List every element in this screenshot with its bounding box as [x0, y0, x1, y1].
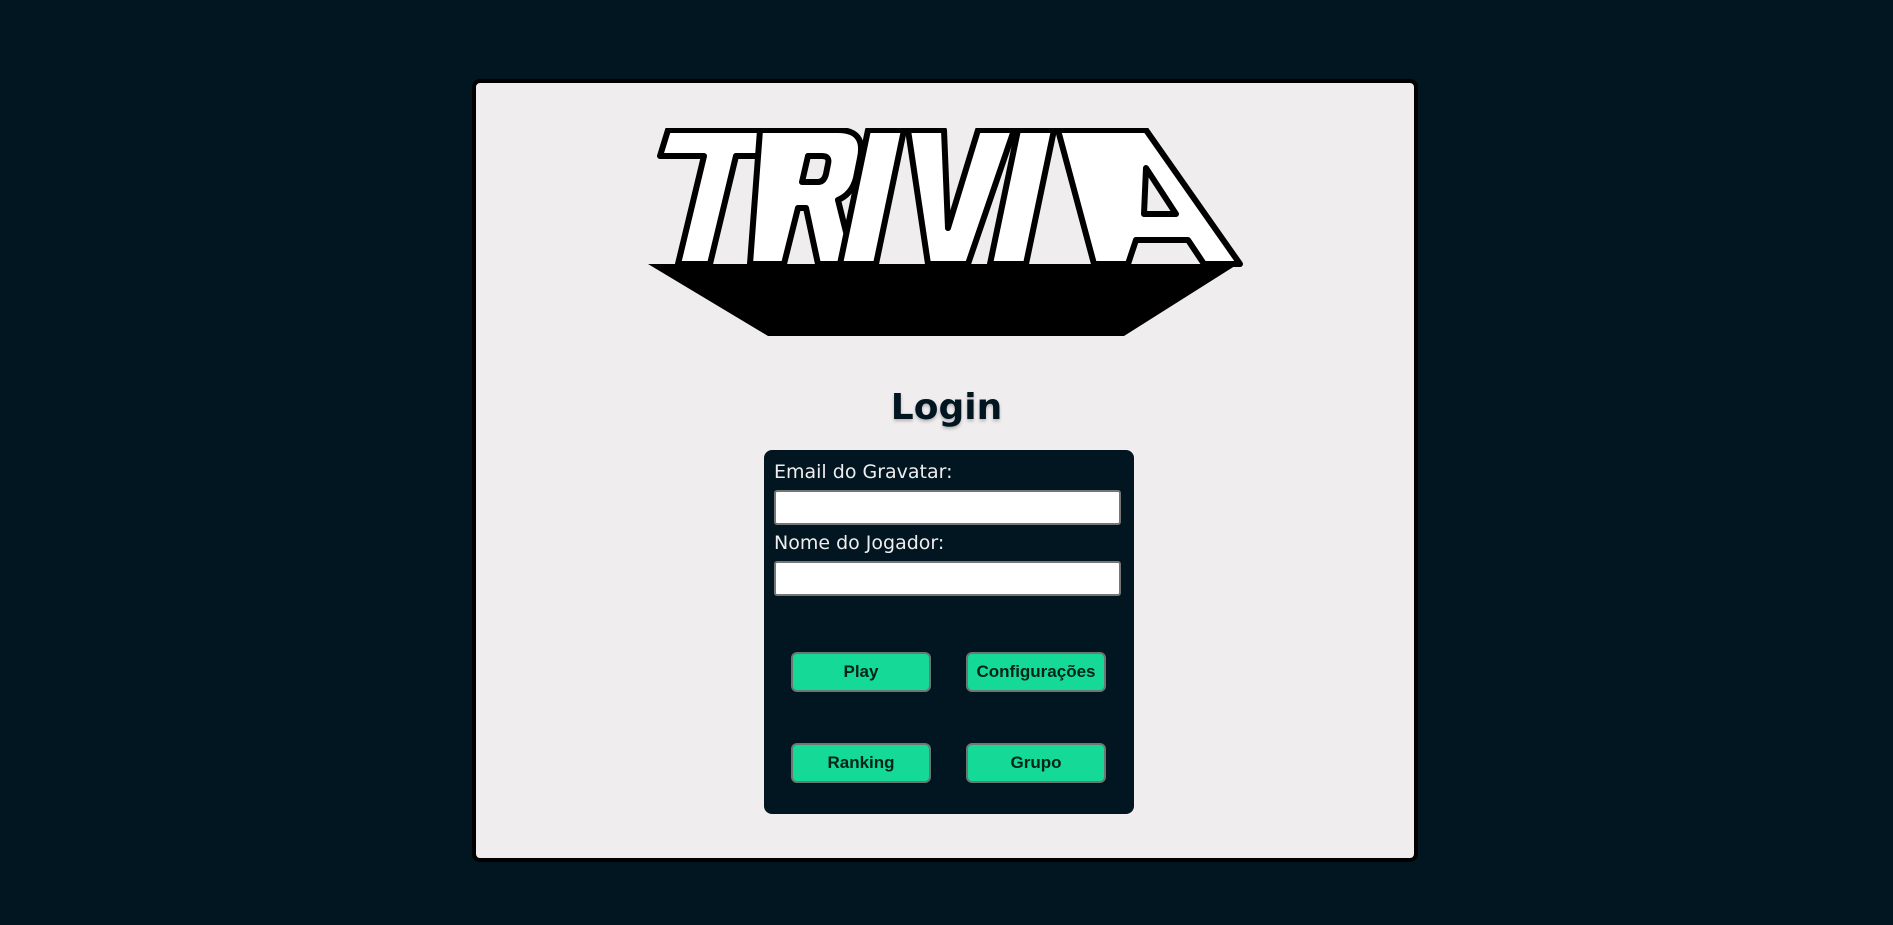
logo-shadow	[648, 264, 1238, 336]
play-button[interactable]: Play	[791, 652, 931, 692]
email-label: Email do Gravatar:	[774, 461, 953, 483]
player-name-field[interactable]	[774, 561, 1121, 596]
trivia-logo	[648, 128, 1243, 336]
ranking-button[interactable]: Ranking	[791, 743, 931, 783]
group-button[interactable]: Grupo	[966, 743, 1106, 783]
player-name-label: Nome do Jogador:	[774, 532, 945, 554]
email-field[interactable]	[774, 490, 1121, 525]
page-title: Login	[890, 387, 1003, 428]
login-form: Email do Gravatar: Nome do Jogador: Play…	[764, 450, 1134, 814]
logo-letters	[657, 128, 1243, 267]
settings-button[interactable]: Configurações	[966, 652, 1106, 692]
